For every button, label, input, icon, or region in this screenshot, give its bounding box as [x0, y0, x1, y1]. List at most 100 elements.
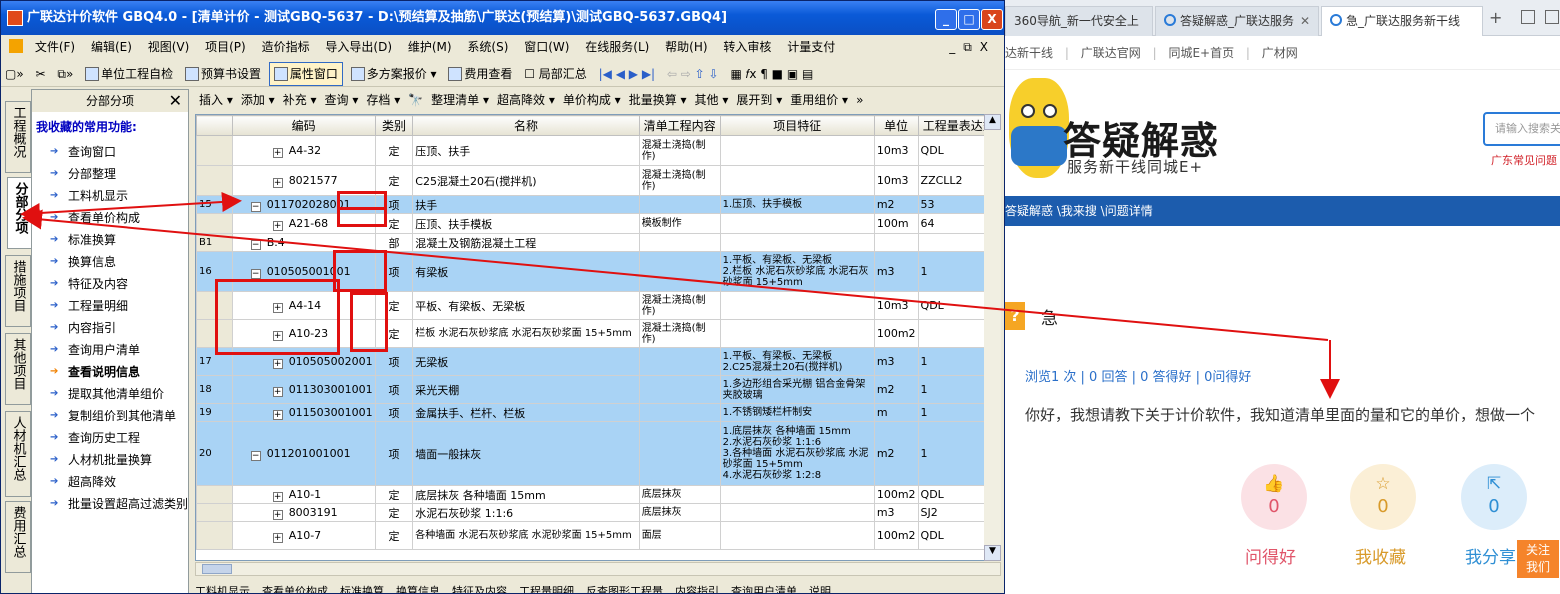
bottom-tab[interactable]: 特征及内容	[452, 585, 507, 593]
table-row[interactable]: B1− B.4 部混凝土及钢筋混凝土工程	[196, 233, 1000, 252]
favorite-item[interactable]: 复制组价到其他清单	[32, 405, 188, 427]
scroll-thumb[interactable]	[202, 564, 232, 574]
table-row[interactable]: 19 +011503001001 项金属扶手、栏杆、栏板 1.不锈钢矮栏杆制安 m 1	[196, 403, 1000, 422]
move-arrows-icon[interactable]: ⇦ ⇨ ⇧ ⇩	[663, 61, 723, 87]
new-icon[interactable]: ▢»	[1, 61, 28, 87]
favorite-button[interactable]: ☆ 0	[1350, 464, 1416, 530]
expand-icon[interactable]: +	[272, 220, 283, 231]
new-tab-button[interactable]: +	[1489, 8, 1502, 27]
fav-link[interactable]: 广材网	[1262, 46, 1298, 60]
property-window-button[interactable]: 属性窗口	[268, 62, 343, 86]
favorite-item[interactable]: 工程量明细	[32, 295, 188, 317]
menu-project[interactable]: 项目(P)	[199, 35, 252, 59]
mdi-close-button[interactable]: X	[980, 40, 996, 54]
menu-view[interactable]: 视图(V)	[142, 35, 196, 59]
vertical-scrollbar[interactable]: ▲ ▼	[984, 114, 1001, 561]
favorite-item[interactable]: 分部整理	[32, 163, 188, 185]
grid-tool-button[interactable]: 其他 ▾	[691, 89, 733, 111]
table-row[interactable]: 18 +011303001001 项采光天棚 1.多边形组合采光棚 铝合金骨架夹胶玻璃…	[196, 375, 1000, 404]
grid-tool-button[interactable]: 整理清单 ▾	[427, 89, 493, 111]
table-row[interactable]: 16−010505001001 项有梁板 1.平板、有梁板、无梁板 2.栏板 水泥石…	[196, 251, 1000, 292]
menu-measure-payment[interactable]: 计量支付	[781, 35, 841, 59]
self-check-button[interactable]: 单位工程自检	[81, 61, 177, 87]
menu-system[interactable]: 系统(S)	[461, 35, 514, 59]
restore-tabs-icon[interactable]	[1521, 10, 1535, 24]
tab-material-summary[interactable]: 人材机汇总	[5, 411, 31, 497]
bottom-tab[interactable]: 反查图形工程量	[586, 585, 663, 593]
menu-maintain[interactable]: 维护(M)	[402, 35, 458, 59]
expand-icon[interactable]: +	[272, 386, 283, 397]
favorite-item[interactable]: 特征及内容	[32, 273, 188, 295]
favorite-item[interactable]: 查询历史工程	[32, 427, 188, 449]
partial-summary-checkbox[interactable]: ☐ 局部汇总	[520, 61, 591, 87]
favorite-item[interactable]: 提取其他清单组价	[32, 383, 188, 405]
browser-tab-360[interactable]: 360导航_新一代安全上	[1005, 6, 1153, 36]
collapse-icon[interactable]: −	[250, 239, 261, 250]
grid-tool-button[interactable]: »	[852, 89, 867, 111]
table-row[interactable]: + A10-7 定各种墙面 水泥石灰砂浆底 水泥砂浆面 15+5mm 面层 100m2 Q…	[196, 521, 1000, 550]
expand-icon[interactable]: +	[272, 302, 283, 313]
favorite-item[interactable]: 查询用户清单	[32, 339, 188, 361]
grid-tools-icon[interactable]: ▦ 𝑓x ¶ ■ ▣ ▤	[726, 61, 817, 87]
expand-icon[interactable]: +	[272, 147, 283, 158]
column-header[interactable]: 名称	[412, 115, 640, 136]
menu-file[interactable]: 文件(F)	[29, 35, 81, 59]
grid-tool-button[interactable]: 查询 ▾	[321, 89, 363, 111]
close-button[interactable]: X	[981, 9, 1003, 30]
column-header[interactable]: 类别	[374, 115, 414, 136]
bottom-tab[interactable]: 查看单价构成	[262, 585, 328, 593]
favorite-item[interactable]: 工料机显示	[32, 185, 188, 207]
budget-settings-button[interactable]: 预算书设置	[181, 61, 265, 87]
expand-icon[interactable]: +	[272, 491, 283, 502]
expand-icon[interactable]: +	[272, 330, 283, 341]
column-header[interactable]	[196, 115, 233, 136]
maximize-button[interactable]: □	[958, 9, 980, 30]
table-row[interactable]: +8021577 定 C25混凝土20石(搅拌机) 混凝土浇捣(制作) 10m3 ZZCL…	[196, 165, 1000, 196]
search-input[interactable]: 请输入搜索关	[1483, 112, 1560, 146]
expand-icon[interactable]: +	[272, 532, 283, 543]
close-icon[interactable]: ✕	[1300, 14, 1310, 28]
tab-list-icon[interactable]	[1545, 10, 1559, 24]
copy-icon[interactable]: ⧉»	[53, 61, 77, 87]
grid-tool-button[interactable]: 重用组价 ▾	[786, 89, 852, 111]
collapse-icon[interactable]: −	[250, 450, 261, 461]
grid-tool-button[interactable]: 添加 ▾	[237, 89, 279, 111]
table-row[interactable]: + A10-1 定底层抹灰 各种墙面 15mm 底层抹灰 100m2 QDL	[196, 485, 1000, 504]
tab-fee-summary[interactable]: 费用汇总	[5, 501, 31, 573]
like-label[interactable]: 问得好	[1245, 543, 1296, 568]
fav-link[interactable]: 同城E+首页	[1168, 46, 1234, 60]
table-row[interactable]: +8003191 定水泥石灰砂浆 1:1:6 底层抹灰 m3 SJ2	[196, 503, 1000, 522]
tab-measure-items[interactable]: 措施项目	[5, 255, 31, 327]
expand-icon[interactable]: +	[272, 409, 283, 420]
column-header[interactable]: 单位	[873, 115, 919, 136]
follow-us-button[interactable]: 关注 我们	[1517, 540, 1559, 578]
bottom-tab[interactable]: 查询用户清单	[731, 585, 797, 593]
bottom-tab[interactable]: 内容指引	[675, 585, 719, 593]
share-label[interactable]: 我分享	[1465, 543, 1516, 568]
mdi-minimize-button[interactable]: _	[949, 40, 963, 54]
tab-other-items[interactable]: 其他项目	[5, 333, 31, 405]
menu-transfer-audit[interactable]: 转入审核	[717, 35, 777, 59]
favorite-item[interactable]: 标准换算	[32, 229, 188, 251]
grid-tool-button[interactable]: 补充 ▾	[279, 89, 321, 111]
expand-icon[interactable]: +	[272, 358, 283, 369]
menu-online-service[interactable]: 在线服务(L)	[579, 35, 655, 59]
grid-tool-button[interactable]: 展开到 ▾	[732, 89, 786, 111]
favorite-item[interactable]: 查看单价构成	[32, 207, 188, 229]
bottom-tab[interactable]: 换算信息	[396, 585, 440, 593]
collapse-icon[interactable]: −	[250, 268, 261, 279]
close-icon[interactable]: ✕	[169, 90, 182, 112]
table-row[interactable]: 15−011702028001 项扶手 1.压顶、扶手模板 m2 53	[196, 195, 1000, 214]
favorite-item[interactable]: 批量设置超高过滤类别	[32, 493, 188, 515]
column-header[interactable]: 清单工程内容	[638, 115, 721, 136]
grid-tool-button[interactable]: 超高降效 ▾	[493, 89, 559, 111]
bottom-tab[interactable]: 标准换算	[340, 585, 384, 593]
grid-tool-button[interactable]: 存档 ▾	[362, 89, 404, 111]
grid-tool-button[interactable]: 批量换算 ▾	[625, 89, 691, 111]
grid-tool-button[interactable]: 🔭	[404, 89, 427, 111]
favorite-item[interactable]: 查询窗口	[32, 141, 188, 163]
favorite-item[interactable]: 内容指引	[32, 317, 188, 339]
favorite-item[interactable]: 人材机批量换算	[32, 449, 188, 471]
scroll-down-icon[interactable]: ▼	[984, 545, 1001, 561]
table-row[interactable]: + A10-23 定栏板 水泥石灰砂浆底 水泥石灰砂浆面 15+5mm 混凝土浇捣(制…	[196, 319, 1000, 348]
